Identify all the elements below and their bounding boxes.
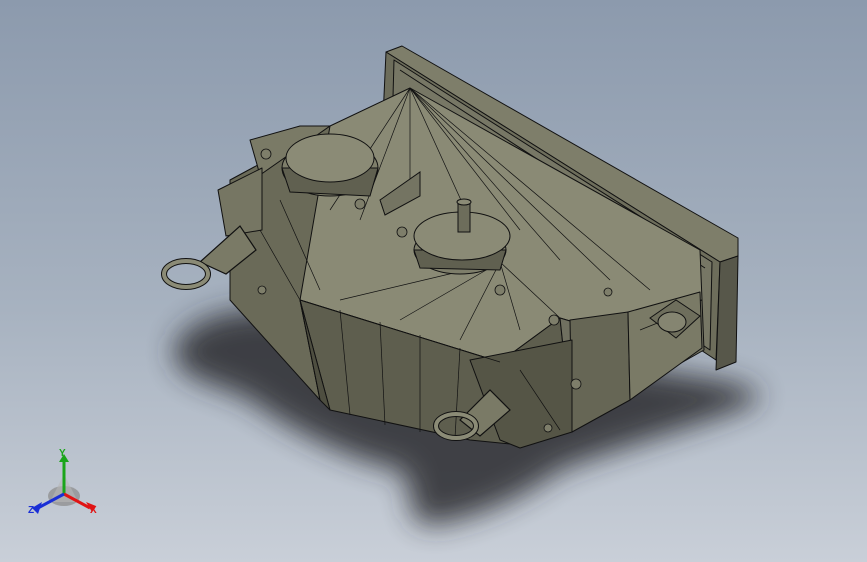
triad-x-label: X (90, 505, 97, 516)
graphics-viewport[interactable]: Y X Z (0, 0, 867, 562)
coordinate-triad-icon: Y X Z (24, 446, 104, 526)
gearbox-housing-model[interactable] (0, 0, 867, 562)
triad-y-label: Y (59, 448, 66, 459)
triad-z-label: Z (28, 505, 35, 516)
